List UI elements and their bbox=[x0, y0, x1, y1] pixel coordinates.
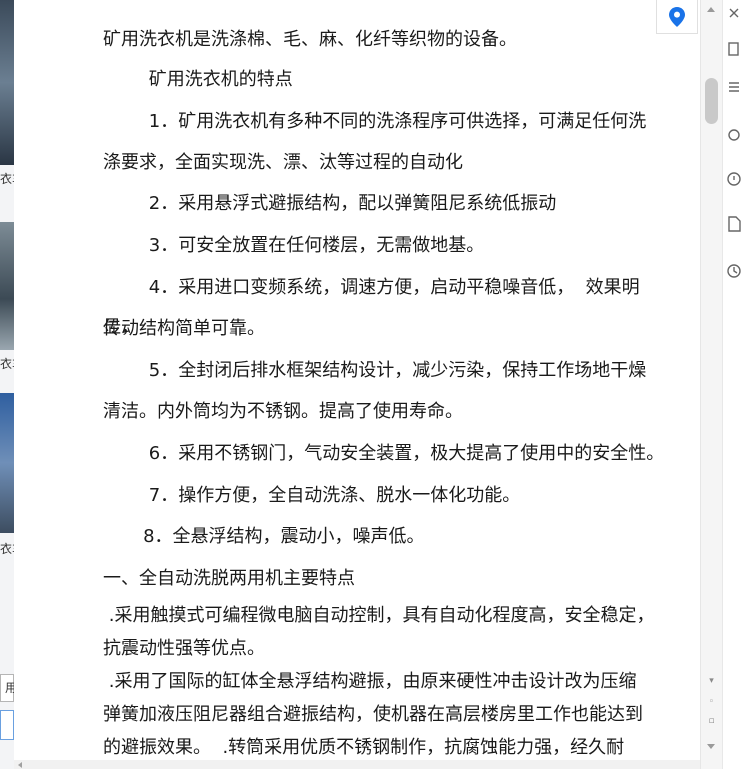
gallery-thumbnail[interactable] bbox=[0, 222, 14, 350]
article-paragraph: 涤要求，全面实现洗、漂、汰等过程的自动化 bbox=[103, 152, 463, 173]
article-paragraph: 传动结构简单可靠。 bbox=[103, 318, 265, 339]
tool-share-icon[interactable] bbox=[726, 126, 742, 144]
article-paragraph: 2．采用悬浮式避振结构，配以弹簧阻尼系统低振动 bbox=[103, 193, 557, 214]
article-paragraph: 3．可安全放置在任何楼层，无需做地基。 bbox=[103, 235, 485, 256]
scroll-marker-icon: ▾ bbox=[709, 676, 714, 686]
article-paragraph: 5．全封闭后排水框架结构设计，减少污染，保持工作场地干燥 bbox=[103, 360, 647, 381]
scrollbar-thumb[interactable] bbox=[705, 78, 718, 124]
article-paragraph: .采用了国际的缸体全悬浮结构避振，由原来硬性冲击设计改为压缩 bbox=[103, 671, 637, 692]
right-toolbar bbox=[722, 0, 742, 769]
vertical-scrollbar[interactable]: ▾ ◦ ▫ bbox=[700, 0, 722, 769]
scroll-marker-icon: ◦ bbox=[708, 697, 715, 707]
scroll-down-arrow-icon[interactable] bbox=[707, 744, 715, 749]
article-paragraph: 1．矿用洗衣机有多种不同的洗涤程序可供选择，可满足任何洗 bbox=[103, 111, 647, 132]
article-paragraph: 8．全悬浮结构，震动小，噪声低。 bbox=[103, 526, 425, 547]
tool-clock-icon[interactable] bbox=[726, 262, 742, 280]
gallery-thumbnail[interactable] bbox=[0, 393, 14, 533]
article-section-heading: 一、全自动洗脱两用机主要特点 bbox=[103, 568, 355, 589]
tool-copy-icon[interactable] bbox=[726, 40, 742, 58]
location-button[interactable] bbox=[656, 0, 698, 34]
location-pin-icon bbox=[669, 6, 685, 27]
left-input-field[interactable]: 用 bbox=[0, 674, 14, 702]
gallery-thumbnail[interactable] bbox=[0, 0, 14, 165]
article-body: 矿用洗衣机是洗涤棉、毛、麻、化纤等织物的设备。 矿用洗衣机的特点 1．矿用洗衣机… bbox=[14, 0, 700, 769]
article-paragraph: 6．采用不锈钢门，气动安全装置，极大提高了使用中的安全性。 bbox=[103, 443, 665, 464]
tool-list-icon[interactable] bbox=[726, 78, 742, 96]
article-paragraph: 7．操作方便，全自动洗涤、脱水一体化功能。 bbox=[103, 485, 521, 506]
gallery-caption: 衣车 bbox=[0, 172, 14, 186]
article-paragraph: 弹簧加液压阻尼器组合避振结构，使机器在高层楼房里工作也能达到 bbox=[103, 704, 643, 725]
scroll-left-arrow-icon[interactable] bbox=[18, 762, 22, 768]
article-paragraph: .采用触摸式可编程微电脑自动控制，具有自动化程度高，安全稳定， bbox=[103, 605, 655, 626]
article-heading: 矿用洗衣机的特点 bbox=[103, 69, 293, 90]
gallery-caption: 衣车 bbox=[0, 542, 14, 556]
tool-doc-icon[interactable] bbox=[726, 215, 742, 233]
article-paragraph: 清洁。内外筒均为不锈钢。提高了使用寿命。 bbox=[103, 401, 463, 422]
tool-help-icon[interactable] bbox=[726, 170, 742, 188]
article-paragraph: 抗震动性强等优点。 bbox=[103, 638, 265, 659]
left-button[interactable] bbox=[0, 710, 14, 740]
scroll-marker-icon: ▫ bbox=[708, 716, 715, 726]
left-gallery-strip: 衣车 衣车 衣车 用 bbox=[0, 0, 14, 769]
article-paragraph: 矿用洗衣机是洗涤棉、毛、麻、化纤等织物的设备。 bbox=[103, 29, 517, 50]
gallery-caption: 衣车 bbox=[0, 357, 14, 371]
tool-x-icon[interactable] bbox=[726, 4, 742, 22]
scroll-up-arrow-icon[interactable] bbox=[707, 7, 715, 12]
horizontal-scrollbar[interactable] bbox=[14, 760, 700, 769]
